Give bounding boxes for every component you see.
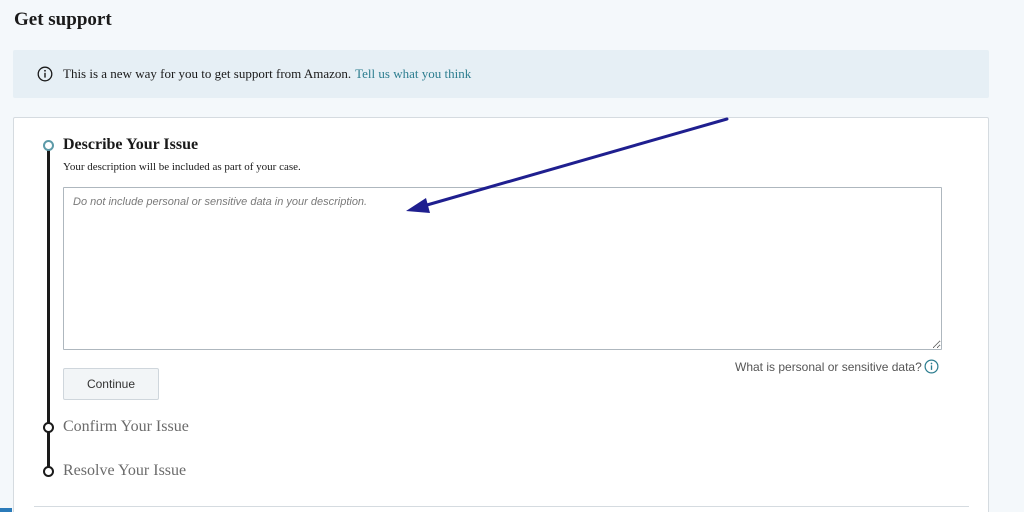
step-dot-resolve	[43, 466, 54, 477]
step-dot-confirm	[43, 422, 54, 433]
info-banner: This is a new way for you to get support…	[13, 50, 989, 98]
continue-button[interactable]: Continue	[63, 368, 159, 400]
step-title-describe: Describe Your Issue	[63, 136, 199, 153]
step-title-confirm: Confirm Your Issue	[63, 418, 189, 435]
description-textarea[interactable]	[63, 187, 942, 350]
sensitive-data-help-link[interactable]: What is personal or sensitive data?	[735, 359, 939, 374]
banner-text: This is a new way for you to get support…	[63, 66, 352, 81]
step-dot-describe	[43, 140, 54, 151]
step-subtitle-describe: Your description will be included as par…	[63, 161, 301, 173]
support-page: Get support This is a new way for you to…	[0, 0, 1024, 512]
step-title-resolve: Resolve Your Issue	[63, 462, 187, 479]
card-divider	[34, 506, 969, 507]
info-circle-icon	[924, 359, 939, 374]
info-circle-icon	[37, 66, 53, 82]
edge-indicator	[0, 508, 12, 512]
feedback-link[interactable]: Tell us what you think	[355, 66, 471, 82]
sensitive-data-help-text: What is personal or sensitive data?	[735, 359, 922, 374]
support-card: Describe Your Issue Your description wil…	[13, 117, 989, 512]
page-title: Get support	[14, 9, 112, 30]
